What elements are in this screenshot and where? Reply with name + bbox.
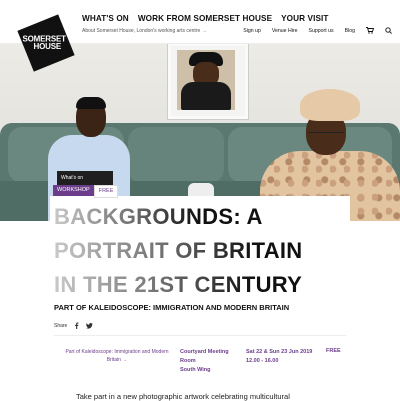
venue-line-2: Room (180, 358, 196, 364)
price-tag: FREE (93, 185, 119, 198)
facebook-icon[interactable] (74, 322, 79, 329)
twitter-icon[interactable] (86, 322, 94, 329)
info-divider (54, 335, 346, 336)
event-subtitle: PART OF KALEIDOSCOPE: IMMIGRATION AND MO… (54, 303, 290, 312)
support-us-link[interactable]: Support us (309, 28, 334, 34)
logo-line-2: HOUSE (33, 41, 62, 51)
venue-line-3: South Wing (180, 367, 211, 373)
nav-work-from-somerset-house[interactable]: WORK FROM SOMERSET HOUSE (138, 14, 272, 23)
sign-up-link[interactable]: Sign up (243, 28, 261, 34)
nav-whats-on[interactable]: WHAT'S ON (82, 14, 129, 23)
utility-nav: Sign up Venue Hire Support us Blog (243, 27, 392, 34)
breadcrumb-whats-on[interactable]: What's on (57, 171, 113, 185)
title-line1-b: : A (233, 204, 263, 229)
blog-link[interactable]: Blog (345, 28, 355, 34)
event-title: BACKGROUNDS: A PORTRAIT OF BRITAIN IN TH… (54, 200, 344, 302)
site-header: SOMERSET HOUSE WHAT'S ON WORK FROM SOMER… (0, 0, 400, 72)
search-icon[interactable] (385, 27, 392, 34)
type-tag: WORKSHOP (53, 185, 94, 196)
title-line3: IN THE 21ST CENTURY (54, 272, 303, 297)
framed-portrait (168, 43, 248, 119)
title-line1-a: BACKGROUNDS (54, 204, 234, 229)
cart-icon[interactable] (366, 27, 374, 34)
about-link[interactable]: About Somerset House, London's working a… (82, 28, 207, 34)
venue-hire-link[interactable]: Venue Hire (272, 28, 298, 34)
share-label: Share (54, 322, 68, 329)
share-bar: Share (54, 322, 94, 329)
date-line-2: 12.00 - 16.00 (246, 358, 279, 364)
event-date: Sat 22 & Sun 23 Jun 2019 12.00 - 16.00 (246, 348, 312, 366)
nav-your-visit[interactable]: YOUR VISIT (281, 14, 328, 23)
event-venue: Courtyard Meeting Room South Wing (180, 348, 229, 375)
venue-line-1: Courtyard Meeting (180, 349, 229, 355)
kaleidoscope-series-link[interactable]: Part of Kaleidoscope: Immigration and Mo… (58, 348, 176, 364)
event-price: FREE (326, 348, 341, 354)
date-line-1: Sat 22 & Sun 23 Jun 2019 (246, 349, 313, 355)
title-line2: PORTRAIT OF BRITAIN (54, 238, 303, 263)
main-nav: WHAT'S ON WORK FROM SOMERSET HOUSE YOUR … (82, 14, 329, 23)
